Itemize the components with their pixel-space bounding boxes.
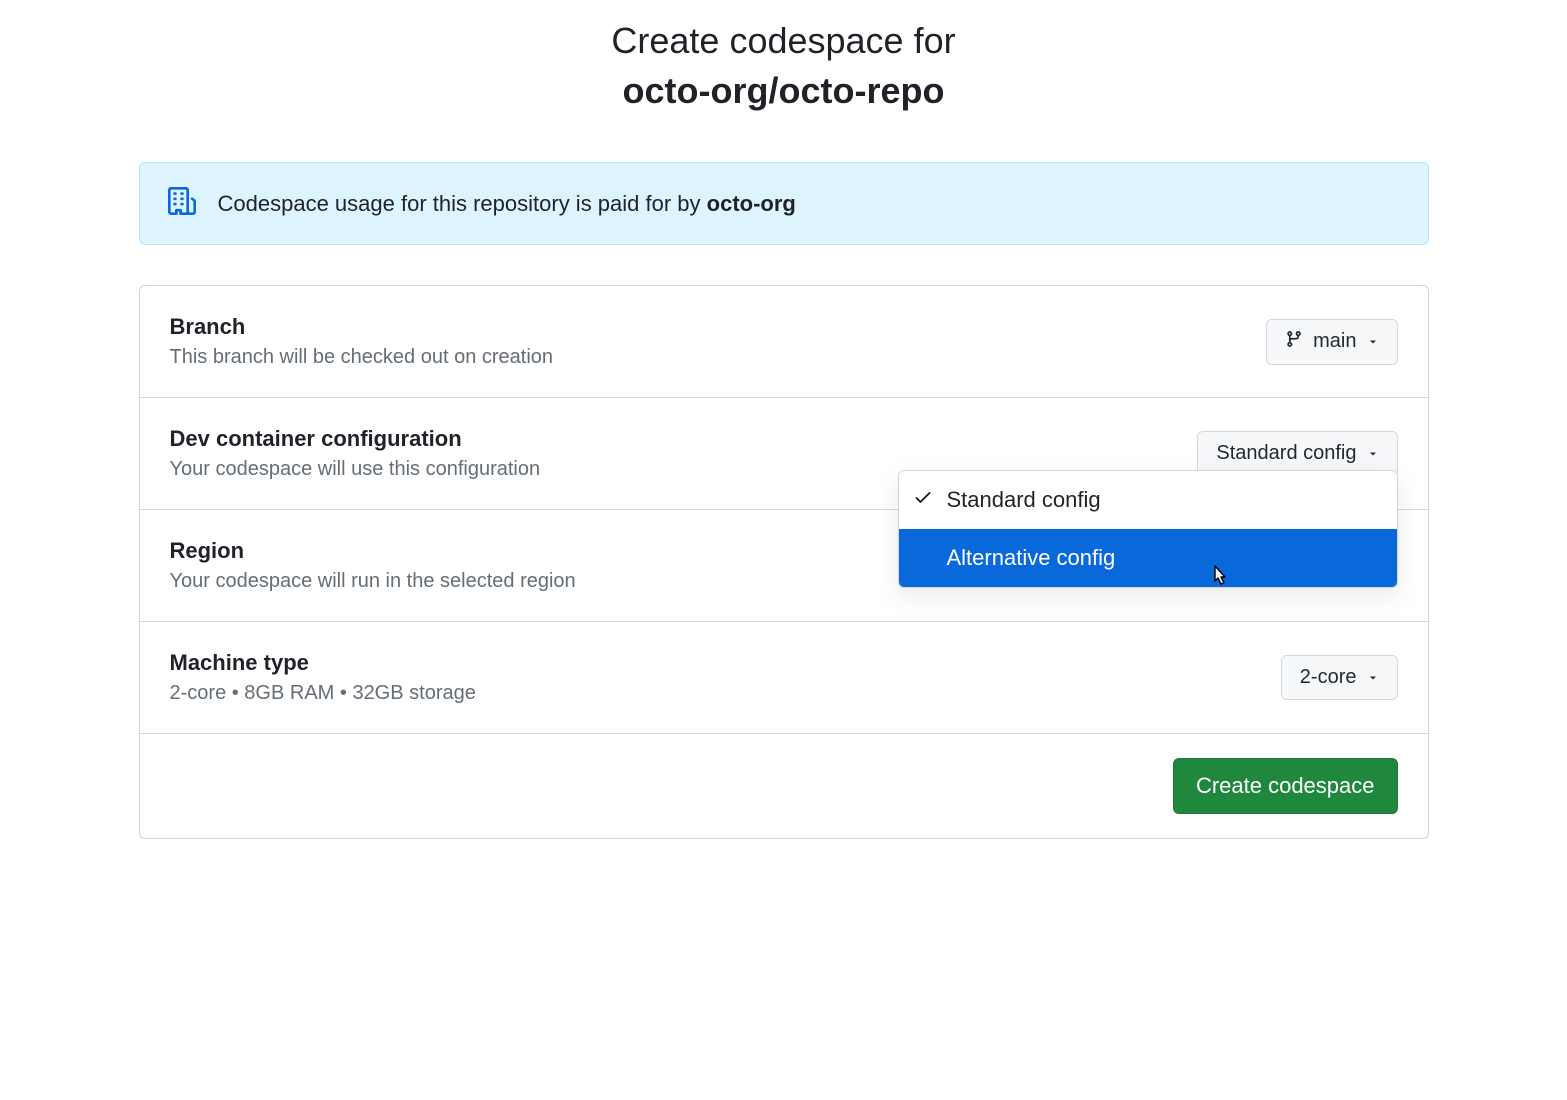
machine-selector[interactable]: 2-core	[1281, 655, 1398, 700]
branch-row: Branch This branch will be checked out o…	[140, 286, 1428, 398]
branch-title: Branch	[170, 314, 554, 340]
machine-desc: 2-core • 8GB RAM • 32GB storage	[170, 682, 476, 705]
footer-row: Create codespace	[140, 734, 1428, 838]
branch-value: main	[1313, 330, 1356, 353]
devcontainer-title: Dev container configuration	[170, 426, 541, 452]
page-title: Create codespace for	[139, 20, 1429, 62]
check-icon	[913, 487, 933, 513]
usage-banner-text: Codespace usage for this repository is p…	[218, 191, 796, 217]
region-desc: Your codespace will run in the selected …	[170, 570, 576, 593]
repo-name: octo-org/octo-repo	[139, 70, 1429, 112]
page-header: Create codespace for octo-org/octo-repo	[139, 20, 1429, 112]
region-title: Region	[170, 538, 576, 564]
devcontainer-desc: Your codespace will use this configurati…	[170, 458, 541, 481]
dropdown-item-standard[interactable]: Standard config	[899, 471, 1397, 529]
devcontainer-row: Dev container configuration Your codespa…	[140, 398, 1428, 510]
machine-title: Machine type	[170, 650, 476, 676]
branch-selector[interactable]: main	[1266, 319, 1397, 365]
devcontainer-value: Standard config	[1216, 442, 1356, 465]
pointer-cursor-icon	[1208, 563, 1232, 588]
caret-down-icon	[1367, 672, 1379, 684]
machine-row: Machine type 2-core • 8GB RAM • 32GB sto…	[140, 622, 1428, 734]
machine-value: 2-core	[1300, 666, 1357, 689]
caret-down-icon	[1367, 448, 1379, 460]
dropdown-item-alternative[interactable]: Alternative config	[899, 529, 1397, 587]
caret-down-icon	[1367, 336, 1379, 348]
branch-desc: This branch will be checked out on creat…	[170, 346, 554, 369]
create-codespace-button[interactable]: Create codespace	[1173, 758, 1398, 814]
options-box: Branch This branch will be checked out o…	[139, 285, 1429, 839]
git-branch-icon	[1285, 330, 1303, 354]
organization-icon	[168, 187, 196, 220]
usage-banner: Codespace usage for this repository is p…	[139, 162, 1429, 245]
devcontainer-dropdown: Standard config Alternative config	[898, 470, 1398, 588]
